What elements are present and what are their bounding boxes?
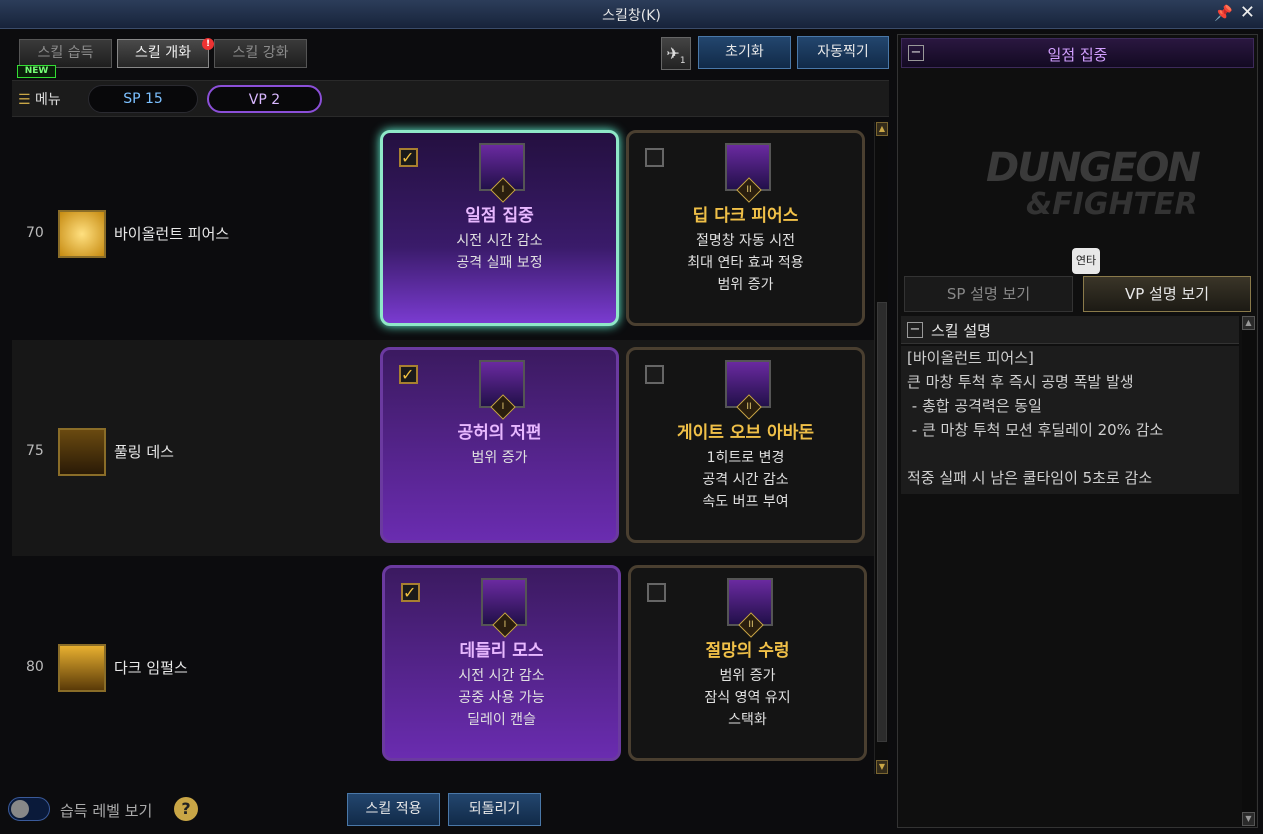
option-card-2-1[interactable]: ✓ I 공허의 저편 범위 증가 (380, 347, 619, 543)
skill-level: 80 (26, 659, 44, 675)
pin-icon[interactable]: 📌 (1214, 4, 1233, 22)
tab-label: 스킬 강화 (232, 45, 289, 61)
right-panel: − 일점 집중 DUNGEON &FIGHTER 연타 SP 설명 보기 VP … (897, 34, 1258, 828)
panel-header: − 일점 집중 (901, 38, 1254, 68)
tab-skill-bloom[interactable]: 스킬 개화 (117, 39, 209, 68)
option-line: 잠식 영역 유지 (704, 690, 791, 706)
option-title: 공허의 저편 (457, 423, 542, 443)
menu-button[interactable]: ☰ 메뉴 (18, 89, 61, 109)
option-checkbox[interactable] (647, 583, 666, 602)
skill-description: [바이올런트 피어스] 큰 마창 투척 후 즉시 공명 폭발 발생 - 총합 공… (901, 346, 1239, 494)
skill-list-scrollbar[interactable]: ▲ ▼ (874, 122, 888, 774)
option-line: 범위 증가 (719, 668, 776, 684)
option-line: 절명창 자동 시전 (695, 233, 796, 249)
window-title: 스킬창(K) (602, 8, 661, 24)
skill-name: 다크 임펄스 (114, 659, 188, 677)
option-checkbox[interactable] (645, 148, 664, 167)
toggle-knob (11, 800, 29, 818)
title-bar: 스킬창(K) 📌 ✕ (0, 0, 1263, 29)
desc-line: 큰 마창 투척 후 즉시 공명 폭발 발생 (907, 373, 1134, 391)
apply-skill-button[interactable]: 스킬 적용 (347, 793, 440, 826)
option-card-1-2[interactable]: II 딥 다크 피어스 절명창 자동 시전 최대 연타 효과 적용 범위 증가 (626, 130, 865, 326)
option-card-2-2[interactable]: II 게이트 오브 아바돈 1히트로 변경 공격 시간 감소 속도 버프 부여 (626, 347, 865, 543)
option-title: 데들리 모스 (459, 641, 544, 661)
option-line: 공격 실패 보정 (456, 255, 543, 271)
skill-level: 75 (26, 443, 44, 459)
option-checkbox[interactable]: ✓ (399, 148, 418, 167)
option-card-3-1[interactable]: ✓ I 데들리 모스 시전 시간 감소 공중 사용 가능 딜레이 캔슬 (382, 565, 621, 761)
desc-line: 적중 실패 시 남은 쿨타임이 5초로 감소 (907, 469, 1153, 487)
scroll-up-icon[interactable]: ▲ (1242, 316, 1255, 330)
option-line: 속도 버프 부여 (702, 494, 789, 510)
skill-slot-subscript: 1 (679, 56, 686, 67)
panel-title: 일점 집중 (1047, 46, 1108, 64)
logo-text: DUNGEON (986, 145, 1201, 191)
option-line: 공격 시간 감소 (702, 472, 789, 488)
toggle-label: 습득 레벨 보기 (60, 802, 153, 820)
option-line: 1히트로 변경 (706, 450, 785, 466)
option-card-3-2[interactable]: II 절망의 수렁 범위 증가 잠식 영역 유지 스택화 (628, 565, 867, 761)
skill-name: 바이올런트 피어스 (114, 225, 230, 243)
option-checkbox[interactable]: ✓ (399, 365, 418, 384)
option-line: 시전 시간 감소 (458, 668, 545, 684)
option-line: 최대 연타 효과 적용 (687, 255, 804, 271)
revert-button[interactable]: 되돌리기 (448, 793, 541, 826)
pulling-death-icon[interactable] (58, 428, 106, 476)
option-title: 일점 집중 (465, 206, 534, 226)
scroll-thumb[interactable] (877, 302, 887, 742)
skill-slot-button[interactable]: ✈1 (661, 37, 691, 70)
learn-level-toggle[interactable] (8, 797, 50, 821)
sp-counter: SP 15 (88, 85, 198, 113)
violent-pierce-icon[interactable] (58, 210, 106, 258)
auto-assign-button[interactable]: 자동찍기 (797, 36, 889, 69)
logo-text: &FIGHTER (1026, 187, 1198, 222)
skill-level: 70 (26, 225, 44, 241)
tab-label: 스킬 개화 (135, 45, 191, 61)
option-title: 게이트 오브 아바돈 (677, 423, 814, 443)
vp-counter: VP 2 (207, 85, 322, 113)
option-checkbox[interactable]: ✓ (401, 583, 420, 602)
scroll-down-icon[interactable]: ▼ (876, 760, 888, 774)
tab-skill-enhance[interactable]: 스킬 강화 (214, 39, 307, 68)
tab-vp-description[interactable]: VP 설명 보기 (1083, 276, 1251, 312)
option-line: 범위 증가 (471, 450, 528, 466)
description-header: − 스킬 설명 (901, 316, 1239, 344)
option-line: 공중 사용 가능 (458, 690, 545, 706)
tab-skill-learn[interactable]: 스킬 습득 (19, 39, 112, 68)
dungeon-fighter-logo: DUNGEON &FIGHTER (946, 103, 1206, 263)
hamburger-icon: ☰ (18, 92, 31, 108)
tab-label: 스킬 습득 (37, 45, 94, 61)
skill-slot-icon: ✈ (666, 44, 680, 63)
option-line: 스택화 (728, 712, 767, 728)
close-icon[interactable]: ✕ (1240, 2, 1255, 23)
desc-line: - 총합 공격력은 동일 (907, 397, 1042, 415)
tab-sp-description[interactable]: SP 설명 보기 (904, 276, 1073, 312)
option-title: 딥 다크 피어스 (692, 206, 799, 226)
collapse-icon[interactable]: − (907, 322, 923, 338)
option-checkbox[interactable] (645, 365, 664, 384)
desc-line (907, 442, 1233, 466)
option-line: 범위 증가 (717, 277, 774, 293)
desc-line: [바이올런트 피어스] (907, 349, 1034, 367)
dark-impulse-icon[interactable] (58, 644, 106, 692)
reset-button[interactable]: 초기화 (698, 36, 791, 69)
scroll-down-icon[interactable]: ▼ (1242, 812, 1255, 826)
menu-bar: ☰ 메뉴 SP 15 VP 2 (12, 80, 889, 117)
description-scrollbar[interactable]: ▲ ▼ (1242, 316, 1256, 826)
combo-badge: 연타 (1072, 248, 1100, 274)
section-title: 스킬 설명 (931, 322, 991, 340)
option-line: 시전 시간 감소 (456, 233, 543, 249)
scroll-up-icon[interactable]: ▲ (876, 122, 888, 136)
skill-name: 풀링 데스 (114, 443, 174, 461)
alert-badge: ! (202, 38, 214, 50)
option-card-1-1[interactable]: ✓ I 일점 집중 시전 시간 감소 공격 실패 보정 (380, 130, 619, 326)
new-badge: NEW (17, 65, 56, 78)
option-title: 절망의 수렁 (705, 641, 790, 661)
help-icon[interactable]: ? (174, 797, 198, 821)
desc-line: - 큰 마창 투척 모션 후딜레이 20% 감소 (907, 421, 1164, 439)
option-line: 딜레이 캔슬 (467, 712, 536, 728)
menu-label: 메뉴 (35, 92, 61, 108)
